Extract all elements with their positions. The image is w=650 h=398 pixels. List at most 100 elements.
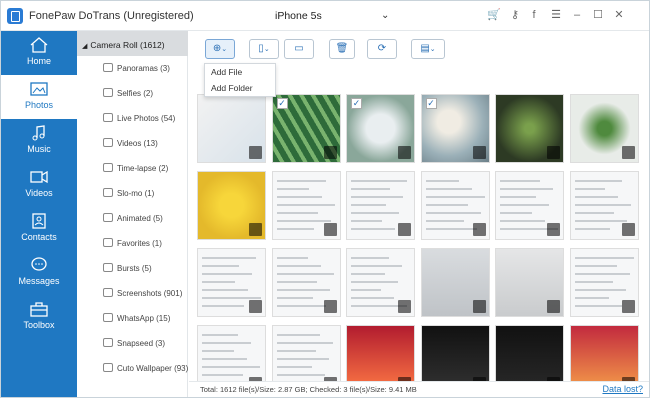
trash-icon[interactable] xyxy=(398,300,411,313)
trash-icon[interactable] xyxy=(249,223,262,236)
nav-photos[interactable]: Photos xyxy=(1,75,77,119)
photo-thumbnail[interactable] xyxy=(495,248,564,317)
album-icon xyxy=(103,88,113,97)
trash-icon[interactable] xyxy=(472,146,486,159)
nav-videos[interactable]: Videos xyxy=(1,163,77,207)
screenshot-line xyxy=(425,220,464,222)
trash-icon[interactable] xyxy=(323,146,337,159)
trash-icon[interactable] xyxy=(547,146,560,159)
data-lost-link[interactable]: Data lost? xyxy=(602,384,643,394)
photo-thumbnail[interactable] xyxy=(346,325,415,386)
toolbox-button[interactable]: ▤⌄ xyxy=(411,39,445,59)
checked-checkbox[interactable]: ✓ xyxy=(351,98,362,109)
device-name: iPhone 5s xyxy=(275,10,322,22)
menu-item-add-folder[interactable]: Add Folder xyxy=(211,83,253,93)
trash-icon[interactable] xyxy=(398,146,411,159)
photo-thumbnail[interactable] xyxy=(569,248,639,317)
trash-icon[interactable] xyxy=(547,300,560,313)
album-item[interactable]: Live Photos (54) xyxy=(103,113,175,127)
photo-thumbnail[interactable]: ✓ xyxy=(346,94,415,163)
photo-thumbnail[interactable] xyxy=(271,325,341,386)
maximize-icon[interactable]: ☐ xyxy=(591,8,605,22)
photo-thumbnail[interactable] xyxy=(197,94,266,163)
delete-button[interactable]: 🗑 xyxy=(329,39,355,59)
screenshot-line xyxy=(574,220,627,222)
screenshot-line xyxy=(351,265,402,267)
screenshot-line xyxy=(425,228,477,230)
album-icon xyxy=(103,138,113,147)
photo-thumbnail[interactable] xyxy=(569,94,639,163)
close-icon[interactable]: ✕ xyxy=(612,8,626,22)
album-label: Videos (13) xyxy=(117,139,158,148)
trash-icon[interactable] xyxy=(323,300,337,313)
export-to-device-button[interactable]: ▯⌄ xyxy=(249,39,279,59)
trash-icon[interactable] xyxy=(621,300,635,313)
album-icon xyxy=(103,338,113,347)
trash-icon[interactable] xyxy=(249,146,262,159)
photo-thumbnail[interactable] xyxy=(197,171,266,240)
menu-icon[interactable]: ☰ xyxy=(549,8,563,22)
nav-messages[interactable]: Messages xyxy=(1,251,77,295)
photo-thumbnail[interactable] xyxy=(420,248,490,317)
album-item[interactable]: Selfies (2) xyxy=(103,88,153,102)
photo-grid: ✓ ✓ ✓ xyxy=(197,94,649,386)
screenshot-line xyxy=(351,212,399,214)
trash-icon[interactable] xyxy=(621,146,635,159)
trash-icon[interactable] xyxy=(547,223,560,236)
album-label: Selfies (2) xyxy=(117,89,154,98)
trash-icon[interactable] xyxy=(249,300,262,313)
trash-icon[interactable] xyxy=(621,223,635,236)
album-item[interactable]: Cuto Wallpaper (93) xyxy=(103,363,188,377)
cart-icon[interactable]: 🛒 xyxy=(487,8,501,22)
menu-item-add-file[interactable]: Add File xyxy=(211,67,242,77)
photo-thumbnail[interactable]: ✓ xyxy=(271,94,341,163)
photos-icon xyxy=(30,82,48,96)
photo-thumbnail[interactable] xyxy=(569,171,639,240)
export-to-pc-button[interactable]: ▭ xyxy=(284,39,314,59)
device-selector[interactable]: iPhone 5s ⌄ xyxy=(253,6,393,26)
photo-thumbnail[interactable]: ✓ xyxy=(420,94,490,163)
album-item[interactable]: Time-lapse (2) xyxy=(103,163,168,177)
photo-thumbnail[interactable] xyxy=(495,171,564,240)
album-label: Cuto Wallpaper (93) xyxy=(117,364,189,373)
key-icon[interactable]: ⚷ xyxy=(508,8,522,22)
photo-thumbnail[interactable] xyxy=(346,171,415,240)
checked-checkbox[interactable]: ✓ xyxy=(425,98,437,109)
nav-contacts[interactable]: Contacts xyxy=(1,207,77,251)
minimize-icon[interactable]: – xyxy=(570,8,584,22)
photo-thumbnail[interactable] xyxy=(420,171,490,240)
nav-home[interactable]: Home xyxy=(1,31,77,75)
chevron-down-icon: ⌄ xyxy=(381,10,390,21)
camera-roll-node[interactable]: ◢ Camera Roll (1612) xyxy=(77,31,188,56)
album-item[interactable]: Videos (13) xyxy=(103,138,158,152)
photo-thumbnail[interactable] xyxy=(271,171,341,240)
screenshot-line xyxy=(500,180,540,182)
trash-icon[interactable] xyxy=(398,223,411,236)
photo-thumbnail[interactable] xyxy=(271,248,341,317)
album-item[interactable]: Animated (5) xyxy=(103,213,163,227)
trash-icon[interactable] xyxy=(472,300,486,313)
album-item[interactable]: Favorites (1) xyxy=(103,238,162,252)
photo-thumbnail[interactable] xyxy=(569,325,639,386)
album-item[interactable]: Bursts (5) xyxy=(103,263,152,277)
photo-thumbnail[interactable] xyxy=(197,325,266,386)
album-item[interactable]: Panoramas (3) xyxy=(103,63,170,77)
photo-thumbnail[interactable] xyxy=(495,325,564,386)
nav-toolbox[interactable]: Toolbox xyxy=(1,295,77,339)
nav-label: Videos xyxy=(25,188,53,198)
photo-thumbnail[interactable] xyxy=(495,94,564,163)
album-item[interactable]: Screenshots (901) xyxy=(103,288,182,302)
checked-checkbox[interactable]: ✓ xyxy=(276,98,288,109)
photo-thumbnail[interactable] xyxy=(420,325,490,386)
trash-icon[interactable] xyxy=(472,223,486,236)
album-item[interactable]: WhatsApp (15) xyxy=(103,313,170,327)
facebook-icon[interactable]: f xyxy=(527,8,541,22)
refresh-button[interactable]: ⟳ xyxy=(367,39,397,59)
photo-thumbnail[interactable] xyxy=(197,248,266,317)
album-item[interactable]: Slo-mo (1) xyxy=(103,188,154,202)
photo-thumbnail[interactable] xyxy=(346,248,415,317)
album-item[interactable]: Snapseed (3) xyxy=(103,338,165,352)
nav-music[interactable]: Music xyxy=(1,119,77,163)
trash-icon[interactable] xyxy=(323,223,337,236)
add-button[interactable]: ⊕⌄ xyxy=(205,39,235,59)
